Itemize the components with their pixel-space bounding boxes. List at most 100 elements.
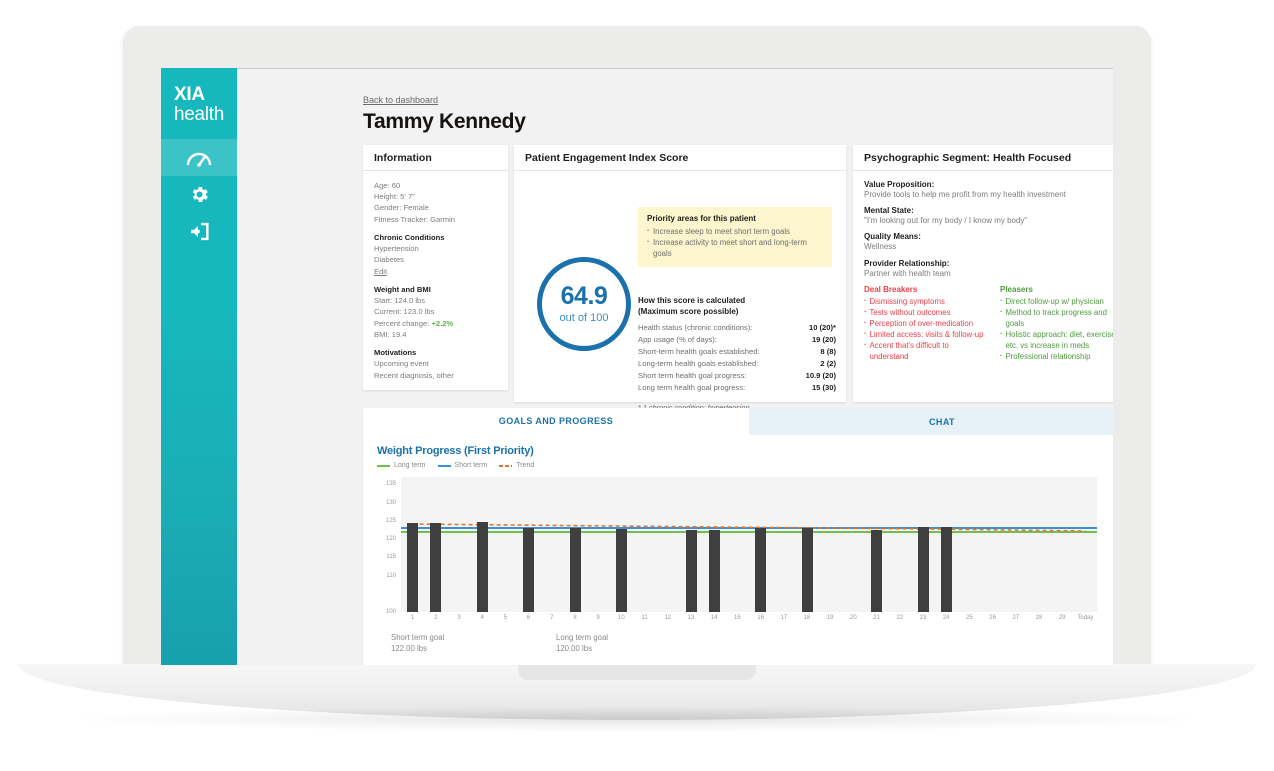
short-term-goal-label: Short term goal [391, 633, 445, 642]
chart-bar [685, 529, 697, 612]
chart-bar [708, 529, 720, 612]
patient-fitness-tracker: Fitness Tracker: Garmin [374, 214, 456, 224]
motivations-label: Motivations [374, 348, 417, 358]
chronic-condition-item: Hypertension [374, 244, 419, 254]
laptop-screen: XIA health Back to dashboard Tammy Kenne… [161, 68, 1113, 665]
score-row-label: Health status (chronic conditions): [638, 323, 753, 333]
score-breakdown-table: Health status (chronic conditions): 10 (… [638, 323, 836, 395]
y-axis-tick: 110 [386, 572, 396, 579]
chart-plot [401, 477, 1097, 612]
list-item: Perception of over-medication [864, 317, 988, 329]
engagement-score-card: Patient Engagement Index Score 64.9 out … [514, 145, 846, 412]
sidebar-item-settings[interactable] [161, 176, 237, 213]
x-axis-tick: 27 [1012, 615, 1020, 621]
table-row: Long term health goal progress: 15 (30) [638, 383, 836, 395]
score-row-label: Short term health goal progress: [638, 371, 747, 381]
x-axis-tick: 6 [526, 615, 531, 621]
list-item: Direct follow-up w/ physician [1000, 295, 1113, 307]
engagement-score-value: 64.9 [560, 282, 608, 310]
list-item: Dismissing symptoms [864, 295, 988, 307]
x-axis-tick: 15 [734, 615, 741, 621]
chart-legend: Long term Short term Trend [377, 462, 1113, 469]
x-axis-tick: 21 [873, 615, 880, 621]
chart-bar [871, 529, 883, 612]
x-axis-tick: 2 [434, 615, 438, 621]
bmi-value: BMI: 19.4 [374, 329, 407, 339]
x-axis-tick: 20 [850, 615, 857, 621]
psychographic-row: Provider Relationship: Partner with heal… [864, 259, 1113, 279]
list-item: Limited access: visits & follow-up [864, 328, 988, 340]
legend-item-long-term: Long term [377, 462, 426, 469]
y-axis-tick: 135 [385, 481, 396, 488]
x-axis-tick: 8 [573, 615, 577, 621]
priority-area-item: Increase activity to meet short and long… [647, 236, 823, 259]
psychographic-columns: Deal Breakers Dismissing symptoms Tests … [864, 285, 1113, 362]
value-proposition-value: Provide tools to help me profit from my … [864, 190, 1066, 199]
x-axis-tick: 23 [919, 615, 927, 621]
x-axis-tick: 1 [410, 615, 415, 621]
legend-item-trend: Trend [499, 462, 534, 469]
legend-label: Short term [454, 462, 488, 469]
laptop-frame: XIA health Back to dashboard Tammy Kenne… [0, 0, 1274, 771]
information-card: Information Age: 60 Height: 5' 7" Gender… [363, 145, 508, 390]
legend-label: Long term [394, 462, 426, 469]
edit-conditions-link[interactable]: Edit [374, 266, 497, 277]
chart-x-axis: 1 2 3 4 5 6 7 8 9 10 11 12 13 14 15 16 17 18 19 20 21 22 23 24 2… [401, 615, 1097, 627]
chart-bar [569, 528, 581, 612]
x-axis-tick: 28 [1035, 615, 1043, 621]
x-axis-tick: 17 [780, 615, 788, 621]
priority-areas-title: Priority areas for this patient [647, 214, 756, 223]
score-row-value: 10 (20)* [808, 323, 836, 333]
legend-item-short-term: Short term [437, 462, 488, 469]
psychographic-row: Quality Means: Wellness [864, 232, 1113, 252]
sidebar-item-logout[interactable] [161, 213, 237, 250]
sidebar-item-dashboard[interactable] [161, 138, 237, 176]
dashboard-gauge-icon [186, 146, 212, 168]
score-calculation-title-1: How this score is calculated [638, 296, 746, 305]
x-axis-tick: 16 [757, 615, 764, 621]
y-axis-tick: 115 [386, 554, 396, 561]
score-row-label: Long term health goal progress: [638, 383, 746, 393]
motivation-item: Recent diagnosis, other [374, 370, 454, 380]
weight-percent-change: Percent change: +2.2% [374, 318, 497, 329]
weight-bmi-label: Weight and BMI [374, 284, 431, 294]
logout-icon [188, 221, 211, 242]
engagement-card-title: Patient Engagement Index Score [514, 145, 846, 171]
chart-bar [407, 522, 419, 612]
chart-area: Weight Progress (First Priority) Long te… [363, 435, 1113, 654]
weight-bmi-group: Weight and BMI Start: 124.0 lbs Current:… [374, 284, 497, 340]
score-calculation-title-2: (Maximum score possible) [638, 307, 739, 317]
back-to-dashboard-link[interactable]: Back to dashboard [363, 95, 438, 105]
legend-swatch-long-term [377, 464, 390, 467]
x-axis-tick: 13 [687, 615, 695, 621]
x-axis-tick: 5 [503, 615, 508, 621]
engagement-score-ring: 64.9 out of 100 [537, 257, 631, 351]
score-row-label: Long-term health goals established: [638, 359, 759, 369]
value-proposition-label: Value Proposition: [864, 180, 935, 189]
tab-goals-and-progress[interactable]: GOALS AND PROGRESS [363, 408, 749, 435]
chart-bar [430, 522, 442, 612]
x-axis-tick: 3 [457, 615, 461, 621]
table-row: Long-term health goals established: 2 (2… [638, 359, 836, 371]
x-axis-tick: Today [1077, 615, 1094, 621]
psychographic-row: Value Proposition: Provide tools to help… [864, 180, 1113, 200]
priority-area-item: Increase sleep to meet short term goals [647, 225, 823, 237]
x-axis-tick: 29 [1058, 615, 1066, 621]
table-row: Short term health goal progress: 10.9 (2… [638, 371, 836, 383]
deal-breakers-column: Deal Breakers Dismissing symptoms Tests … [864, 285, 988, 362]
tab-chat[interactable]: CHAT 1 [749, 408, 1113, 435]
x-axis-tick: 11 [641, 615, 648, 621]
motivation-item: Upcoming event [374, 359, 429, 369]
x-axis-tick: 24 [942, 615, 950, 621]
chart-bar [615, 528, 627, 612]
legend-label: Trend [516, 462, 535, 469]
score-row-value: 15 (30) [811, 383, 836, 393]
chart-bar [755, 528, 767, 612]
chart-title: Weight Progress (First Priority) [377, 445, 534, 457]
provider-relationship-value: Partner with health team [864, 268, 951, 278]
score-row-value: 10.9 (20) [805, 371, 836, 381]
y-axis-tick: 130 [385, 499, 396, 506]
table-row: Health status (chronic conditions): 10 (… [638, 323, 836, 335]
long-term-goal-block: Long term goal 120.00 lbs [556, 633, 721, 654]
weight-start: Start: 124.0 lbs [374, 296, 426, 306]
